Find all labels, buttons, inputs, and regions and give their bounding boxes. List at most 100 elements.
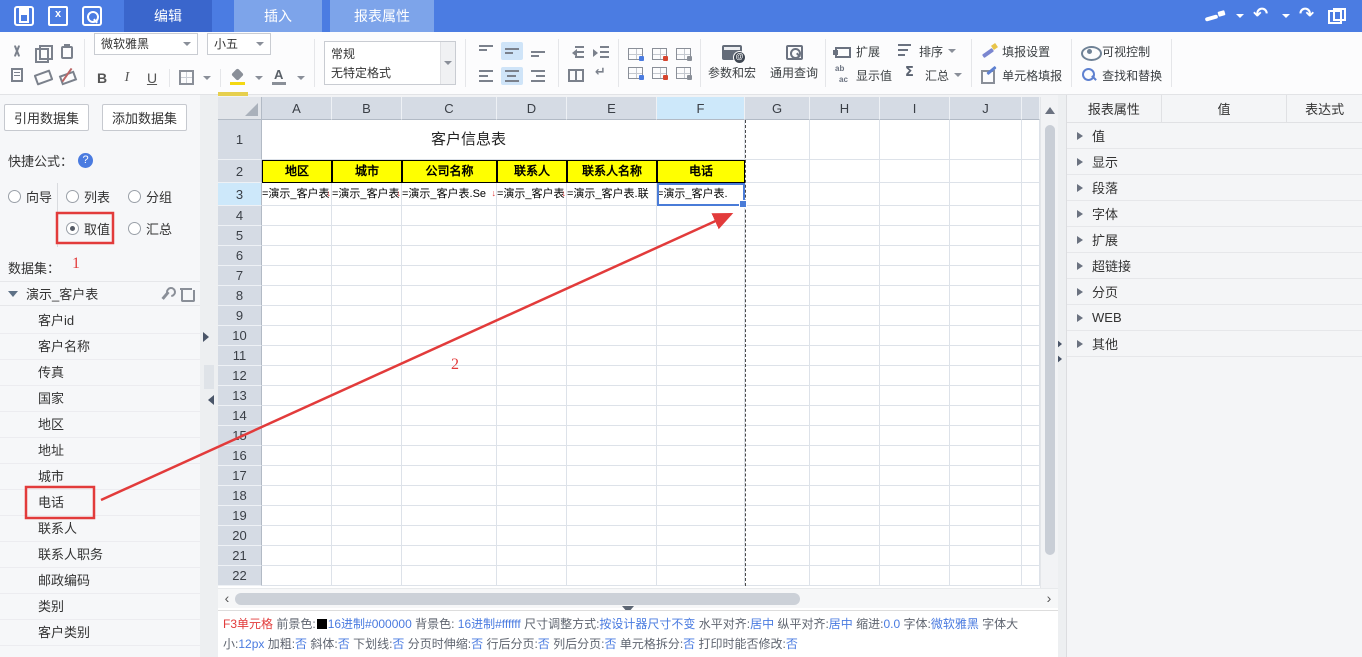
- header-cell[interactable]: 联系人名称: [567, 160, 657, 183]
- sheet-cell[interactable]: [332, 386, 402, 406]
- column-header-C[interactable]: C: [402, 97, 497, 120]
- sheet-cell[interactable]: [262, 266, 332, 286]
- cut-icon[interactable]: [9, 44, 25, 60]
- panel-section-扩展[interactable]: 扩展: [1067, 227, 1362, 253]
- sheet-cell[interactable]: [745, 386, 810, 406]
- sheet-cell[interactable]: [880, 466, 950, 486]
- tab-edit[interactable]: 编辑: [124, 0, 212, 32]
- sheet-cell[interactable]: [1022, 226, 1040, 246]
- sheet-cell[interactable]: [1022, 406, 1040, 426]
- italic-button[interactable]: I: [119, 70, 135, 86]
- sheet-cell[interactable]: [745, 366, 810, 386]
- sheet-cell[interactable]: [497, 266, 567, 286]
- panel-section-其他[interactable]: 其他: [1067, 331, 1362, 357]
- panel-section-段落[interactable]: 段落: [1067, 175, 1362, 201]
- row-header-14[interactable]: 14: [218, 406, 262, 426]
- sheet-cell[interactable]: [567, 566, 657, 586]
- sheet-cell[interactable]: [1022, 346, 1040, 366]
- row-header-21[interactable]: 21: [218, 546, 262, 566]
- font-size-select[interactable]: 小五: [207, 33, 271, 55]
- chevron-down-icon[interactable]: [203, 76, 211, 84]
- sheet-cell[interactable]: [657, 466, 745, 486]
- sheet-cell[interactable]: [745, 346, 810, 366]
- row-header-9[interactable]: 9: [218, 306, 262, 326]
- column-header-E[interactable]: E: [567, 97, 657, 120]
- sheet-cell[interactable]: [745, 306, 810, 326]
- sheet-cell[interactable]: [745, 226, 810, 246]
- dataset-field-城市[interactable]: 城市: [0, 464, 200, 490]
- sheet-cell[interactable]: [262, 406, 332, 426]
- sheet-cell[interactable]: [262, 426, 332, 446]
- sheet-cell[interactable]: [745, 120, 810, 160]
- sheet-cell[interactable]: [810, 120, 880, 160]
- sheet-cell[interactable]: [332, 226, 402, 246]
- sheet-cell[interactable]: [880, 486, 950, 506]
- sheet-cell[interactable]: [950, 286, 1022, 306]
- sheet-cell[interactable]: [1022, 266, 1040, 286]
- sheet-cell[interactable]: [497, 466, 567, 486]
- reference-dataset-button[interactable]: 引用数据集: [4, 104, 89, 131]
- sheet-cell[interactable]: [745, 486, 810, 506]
- sheet-cell[interactable]: [950, 406, 1022, 426]
- paste-icon[interactable]: [59, 44, 75, 60]
- row-header-19[interactable]: 19: [218, 506, 262, 526]
- sheet-cell[interactable]: [810, 266, 880, 286]
- fill-color-icon[interactable]: [230, 70, 246, 86]
- dataset-field-地址[interactable]: 地址: [0, 438, 200, 464]
- sheet-cell[interactable]: [402, 406, 497, 426]
- sort-button[interactable]: 排序: [898, 43, 956, 60]
- horizontal-scrollbar[interactable]: [218, 588, 1058, 608]
- sheet-cell[interactable]: [332, 446, 402, 466]
- sheet-cell[interactable]: [880, 546, 950, 566]
- sheet-cell[interactable]: [1022, 526, 1040, 546]
- dataset-field-电话[interactable]: 电话: [0, 490, 200, 516]
- sheet-cell[interactable]: [745, 406, 810, 426]
- sheet-cell[interactable]: [810, 226, 880, 246]
- row-header-1[interactable]: 1: [218, 120, 262, 160]
- sheet-cell[interactable]: [950, 446, 1022, 466]
- sheet-cell[interactable]: [497, 366, 567, 386]
- brush-dropdown-caret-icon[interactable]: [1236, 14, 1244, 22]
- sheet-cell[interactable]: [880, 226, 950, 246]
- sheet-cell[interactable]: [1022, 160, 1040, 183]
- clear-cell-icon[interactable]: [676, 67, 691, 79]
- sheet-cell[interactable]: [950, 183, 1022, 206]
- merge-cells-icon[interactable]: [568, 69, 584, 82]
- row-header-6[interactable]: 6: [218, 246, 262, 266]
- border-style-icon[interactable]: [179, 70, 194, 85]
- sheet-cell[interactable]: [745, 286, 810, 306]
- sheet-cell[interactable]: [497, 426, 567, 446]
- undo-dropdown-caret-icon[interactable]: [1282, 14, 1290, 22]
- fill-settings-button[interactable]: 填报设置: [981, 43, 1050, 60]
- sheet-cell[interactable]: [950, 306, 1022, 326]
- row-header-7[interactable]: 7: [218, 266, 262, 286]
- sheet-cell[interactable]: [1022, 446, 1040, 466]
- radio-get-value[interactable]: 取值: [66, 219, 110, 238]
- sheet-cell[interactable]: [402, 226, 497, 246]
- sheet-cell[interactable]: [950, 226, 1022, 246]
- sheet-cell[interactable]: [880, 386, 950, 406]
- row-header-2[interactable]: 2: [218, 160, 262, 183]
- sheet-cell[interactable]: [402, 286, 497, 306]
- sheet-cell[interactable]: [332, 486, 402, 506]
- decrease-indent-icon[interactable]: [568, 44, 584, 60]
- vertical-scrollbar[interactable]: [1040, 97, 1058, 588]
- sheet-cell[interactable]: [880, 346, 950, 366]
- sheet-cell[interactable]: [402, 526, 497, 546]
- dataset-header[interactable]: 演示_客户表: [0, 281, 200, 306]
- sheet-cell[interactable]: [262, 366, 332, 386]
- chevron-down-icon[interactable]: [297, 76, 305, 84]
- sheet-cell[interactable]: [1022, 566, 1040, 586]
- align-top-icon[interactable]: [475, 42, 497, 60]
- sheet-cell[interactable]: [332, 366, 402, 386]
- sheet-cell[interactable]: [1022, 386, 1040, 406]
- panel-tab-2[interactable]: 值: [1162, 95, 1288, 122]
- align-left-icon[interactable]: [475, 67, 497, 85]
- panel-section-WEB[interactable]: WEB: [1067, 305, 1362, 331]
- column-header-B[interactable]: B: [332, 97, 402, 120]
- sheet-cell[interactable]: [332, 466, 402, 486]
- sheet-cell[interactable]: [262, 566, 332, 586]
- row-header-5[interactable]: 5: [218, 226, 262, 246]
- sheet-cell[interactable]: [880, 120, 950, 160]
- sheet-cell[interactable]: [262, 446, 332, 466]
